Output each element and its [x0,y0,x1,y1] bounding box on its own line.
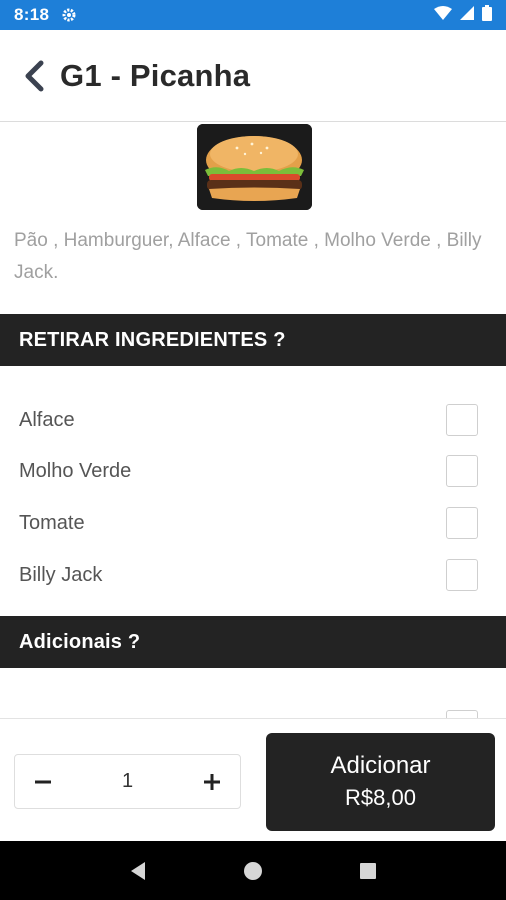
burger-image [197,124,312,210]
battery-icon [482,4,492,26]
add-to-cart-button[interactable]: Adicionar R$8,00 [266,733,495,831]
gear-icon [61,7,77,23]
plus-icon[interactable] [200,770,224,794]
back-triangle-icon[interactable] [123,856,153,886]
status-time: 8:18 [14,5,50,24]
extras-header: Adicionais ? [0,616,506,668]
page-title: G1 - Picanha [60,57,251,93]
quantity-stepper[interactable]: 1 [14,754,241,809]
ingredient-row-billy-jack[interactable]: Billy Jack [0,549,506,601]
ingredient-checkbox[interactable] [446,455,478,487]
ingredient-row-molho-verde[interactable]: Molho Verde [0,445,506,497]
recents-square-icon[interactable] [353,856,383,886]
ingredient-checkbox[interactable] [446,507,478,539]
home-circle-icon[interactable] [238,856,268,886]
remove-ingredients-header: RETIRAR INGREDIENTES ? [0,314,506,366]
product-description: Pão , Hamburguer, Alface , Tomate , Molh… [14,230,482,283]
minus-icon[interactable] [31,770,55,794]
wifi-icon [434,5,452,25]
ingredient-label: Billy Jack [19,563,103,586]
status-icons [434,4,492,26]
add-button-label: Adicionar [330,752,431,779]
quantity-value: 1 [121,770,134,792]
ingredient-checkbox[interactable] [446,404,478,436]
status-bar: 8:18 [0,0,506,30]
signal-icon [460,5,474,25]
ingredient-row-alface[interactable]: Alface [0,394,506,446]
system-nav-bar [0,841,506,900]
ingredient-label: Tomate [19,511,85,534]
ingredient-label: Alface [19,408,75,431]
ingredient-label: Molho Verde [19,459,132,482]
ingredient-row-tomate[interactable]: Tomate [0,497,506,549]
extra-row-partial[interactable] [0,700,506,718]
add-button-price: R$8,00 [345,785,416,810]
ingredient-checkbox[interactable] [446,559,478,591]
order-bar: 1 Adicionar R$8,00 [0,718,506,841]
chevron-left-icon[interactable] [20,56,48,96]
extra-checkbox[interactable] [446,710,478,718]
product-content[interactable]: Pão , Hamburguer, Alface , Tomate , Molh… [0,123,506,718]
app-header: G1 - Picanha [0,30,506,122]
